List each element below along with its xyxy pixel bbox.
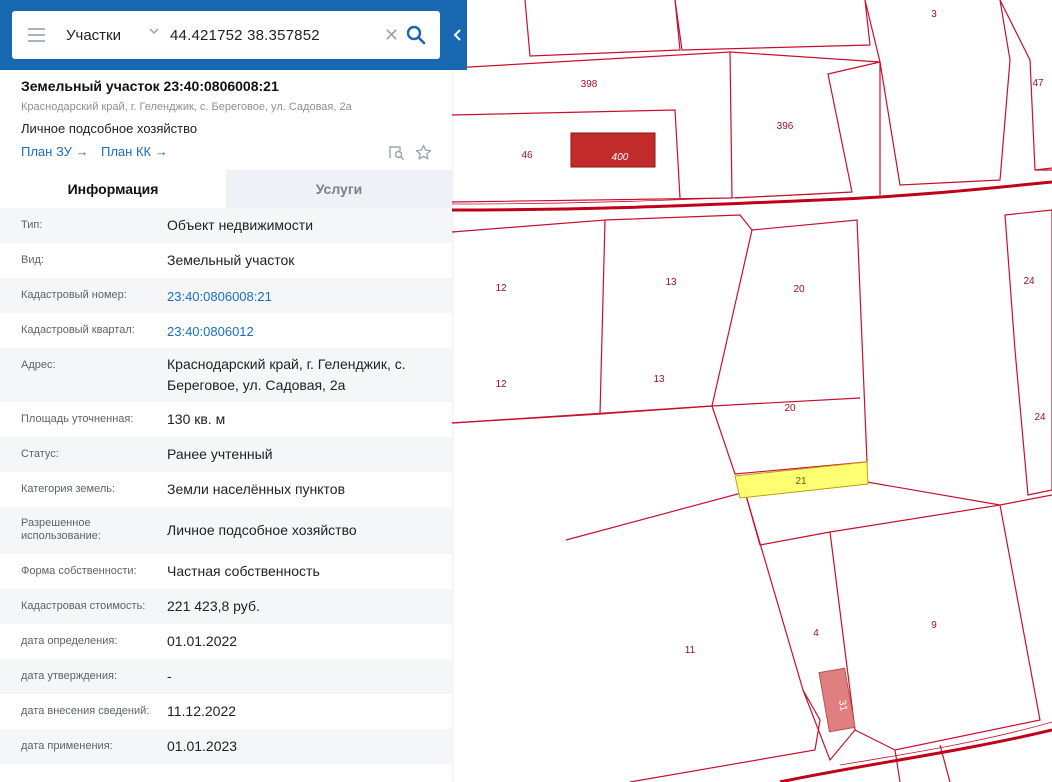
menu-icon[interactable] — [28, 28, 45, 42]
chevron-left-icon — [453, 29, 461, 41]
cadastral-number-link[interactable]: 23:40:0806008:21 — [167, 278, 452, 313]
property-row: Вид: Земельный участок — [0, 243, 452, 278]
property-row: Тип: Объект недвижимости — [0, 208, 452, 243]
object-address: Краснодарский край, г. Геленджик, с. Бер… — [21, 101, 352, 113]
property-value: 130 кв. м — [167, 411, 226, 427]
property-label: Статус: — [21, 448, 59, 460]
property-value: Личное подсобное хозяйство — [167, 522, 357, 538]
property-value: 01.01.2023 — [167, 738, 238, 754]
map-label: 46 — [521, 150, 533, 161]
property-label: дата утверждения: — [21, 670, 118, 682]
search-bar: Участки 44.421752 38.357852 ✕ — [0, 0, 467, 70]
map-label: 398 — [581, 79, 598, 90]
map-label: 24 — [1034, 412, 1046, 423]
property-label: Тип: — [21, 219, 43, 231]
property-label: Разрешенное использование: — [21, 517, 101, 542]
property-label: Адрес: — [21, 359, 56, 371]
chevron-down-icon — [149, 28, 159, 35]
clear-icon[interactable]: ✕ — [384, 26, 399, 44]
property-row: дата утверждения: - — [0, 659, 452, 694]
search-box[interactable]: Участки 44.421752 38.357852 ✕ — [12, 11, 440, 59]
property-row: Площадь уточненная: 130 кв. м — [0, 402, 452, 437]
property-value: 11.12.2022 — [167, 703, 237, 719]
cadastral-quarter-link[interactable]: 23:40:0806012 — [167, 313, 452, 348]
property-label: дата применения: — [21, 740, 113, 752]
search-input[interactable]: 44.421752 38.357852 — [170, 27, 320, 44]
property-row: Форма собственности: Частная собственнос… — [0, 554, 452, 589]
property-label: Кадастровый квартал: — [21, 324, 135, 336]
property-row: Кадастровый номер: 23:40:0806008:21 — [0, 278, 452, 313]
star-icon[interactable] — [415, 144, 432, 161]
property-row: Статус: Ранее учтенный — [0, 437, 452, 472]
property-value: Земельный участок — [167, 252, 295, 268]
find-on-map-icon[interactable] — [388, 144, 405, 161]
property-label: Площадь уточненная: — [21, 413, 134, 425]
property-value: 221 423,8 руб. — [167, 598, 260, 614]
property-value: Краснодарский край, г. Геленджик, с. Бер… — [167, 356, 406, 393]
map-label: 9 — [931, 620, 937, 631]
property-label: Форма собственности: — [21, 565, 137, 577]
properties-table: Тип: Объект недвижимости Вид: Земельный … — [0, 208, 452, 764]
map-label: 13 — [665, 277, 677, 288]
property-row: Кадастровый квартал: 23:40:0806012 — [0, 313, 452, 348]
map-label: 12 — [495, 379, 507, 390]
property-label: Категория земель: — [21, 483, 116, 495]
map-label: 396 — [777, 121, 794, 132]
map-label: 11 — [685, 645, 696, 656]
property-value: Объект недвижимости — [167, 217, 314, 233]
tab-information[interactable]: Информация — [0, 170, 226, 208]
search-type-select[interactable]: Участки — [66, 11, 166, 59]
map-label: 3 — [931, 9, 937, 20]
map-label: 24 — [1023, 276, 1035, 287]
property-value: - — [167, 668, 172, 684]
info-panel: Земельный участок 23:40:0806008:21 Красн… — [0, 70, 452, 782]
map-label: 20 — [793, 284, 805, 295]
property-row: Кадастровая стоимость: 221 423,8 руб. — [0, 589, 452, 624]
map-label: 4 — [813, 628, 819, 639]
map-label: 20 — [784, 403, 796, 414]
plan-zu-link[interactable]: План ЗУ → — [21, 144, 89, 159]
map-label: 12 — [495, 283, 507, 294]
property-row: Разрешенное использование: Личное подсоб… — [0, 507, 452, 554]
map-label: 21 — [795, 476, 807, 487]
map-label: 400 — [612, 152, 629, 163]
property-row: дата определения: 01.01.2022 — [0, 624, 452, 659]
property-value: Ранее учтенный — [167, 446, 273, 462]
tab-services[interactable]: Услуги — [226, 170, 452, 208]
object-title: Земельный участок 23:40:0806008:21 — [21, 78, 279, 94]
property-row: дата применения: 01.01.2023 — [0, 729, 452, 764]
property-value: Земли населённых пунктов — [167, 481, 346, 497]
property-label: Кадастровый номер: — [21, 289, 127, 301]
property-label: дата определения: — [21, 635, 118, 647]
property-label: дата внесения сведений: — [21, 705, 150, 717]
property-row: Категория земель: Земли населённых пункт… — [0, 472, 452, 507]
plan-kk-link[interactable]: План КК → — [101, 144, 168, 159]
property-value: Частная собственность — [167, 563, 320, 579]
map-label: 13 — [653, 374, 665, 385]
search-type-label: Участки — [66, 27, 121, 44]
property-label: Кадастровая стоимость: — [21, 600, 146, 612]
object-use: Личное подсобное хозяйство — [21, 121, 198, 136]
tab-bar: Информация Услуги — [0, 170, 452, 208]
property-value: 01.01.2022 — [167, 633, 238, 649]
search-icon[interactable] — [406, 25, 426, 45]
property-row: Адрес: Краснодарский край, г. Геленджик,… — [0, 348, 452, 402]
property-row: дата внесения сведений: 11.12.2022 — [0, 694, 452, 729]
collapse-panel-button[interactable] — [448, 11, 467, 59]
map-label: 47 — [1032, 78, 1044, 89]
property-label: Вид: — [21, 254, 44, 266]
